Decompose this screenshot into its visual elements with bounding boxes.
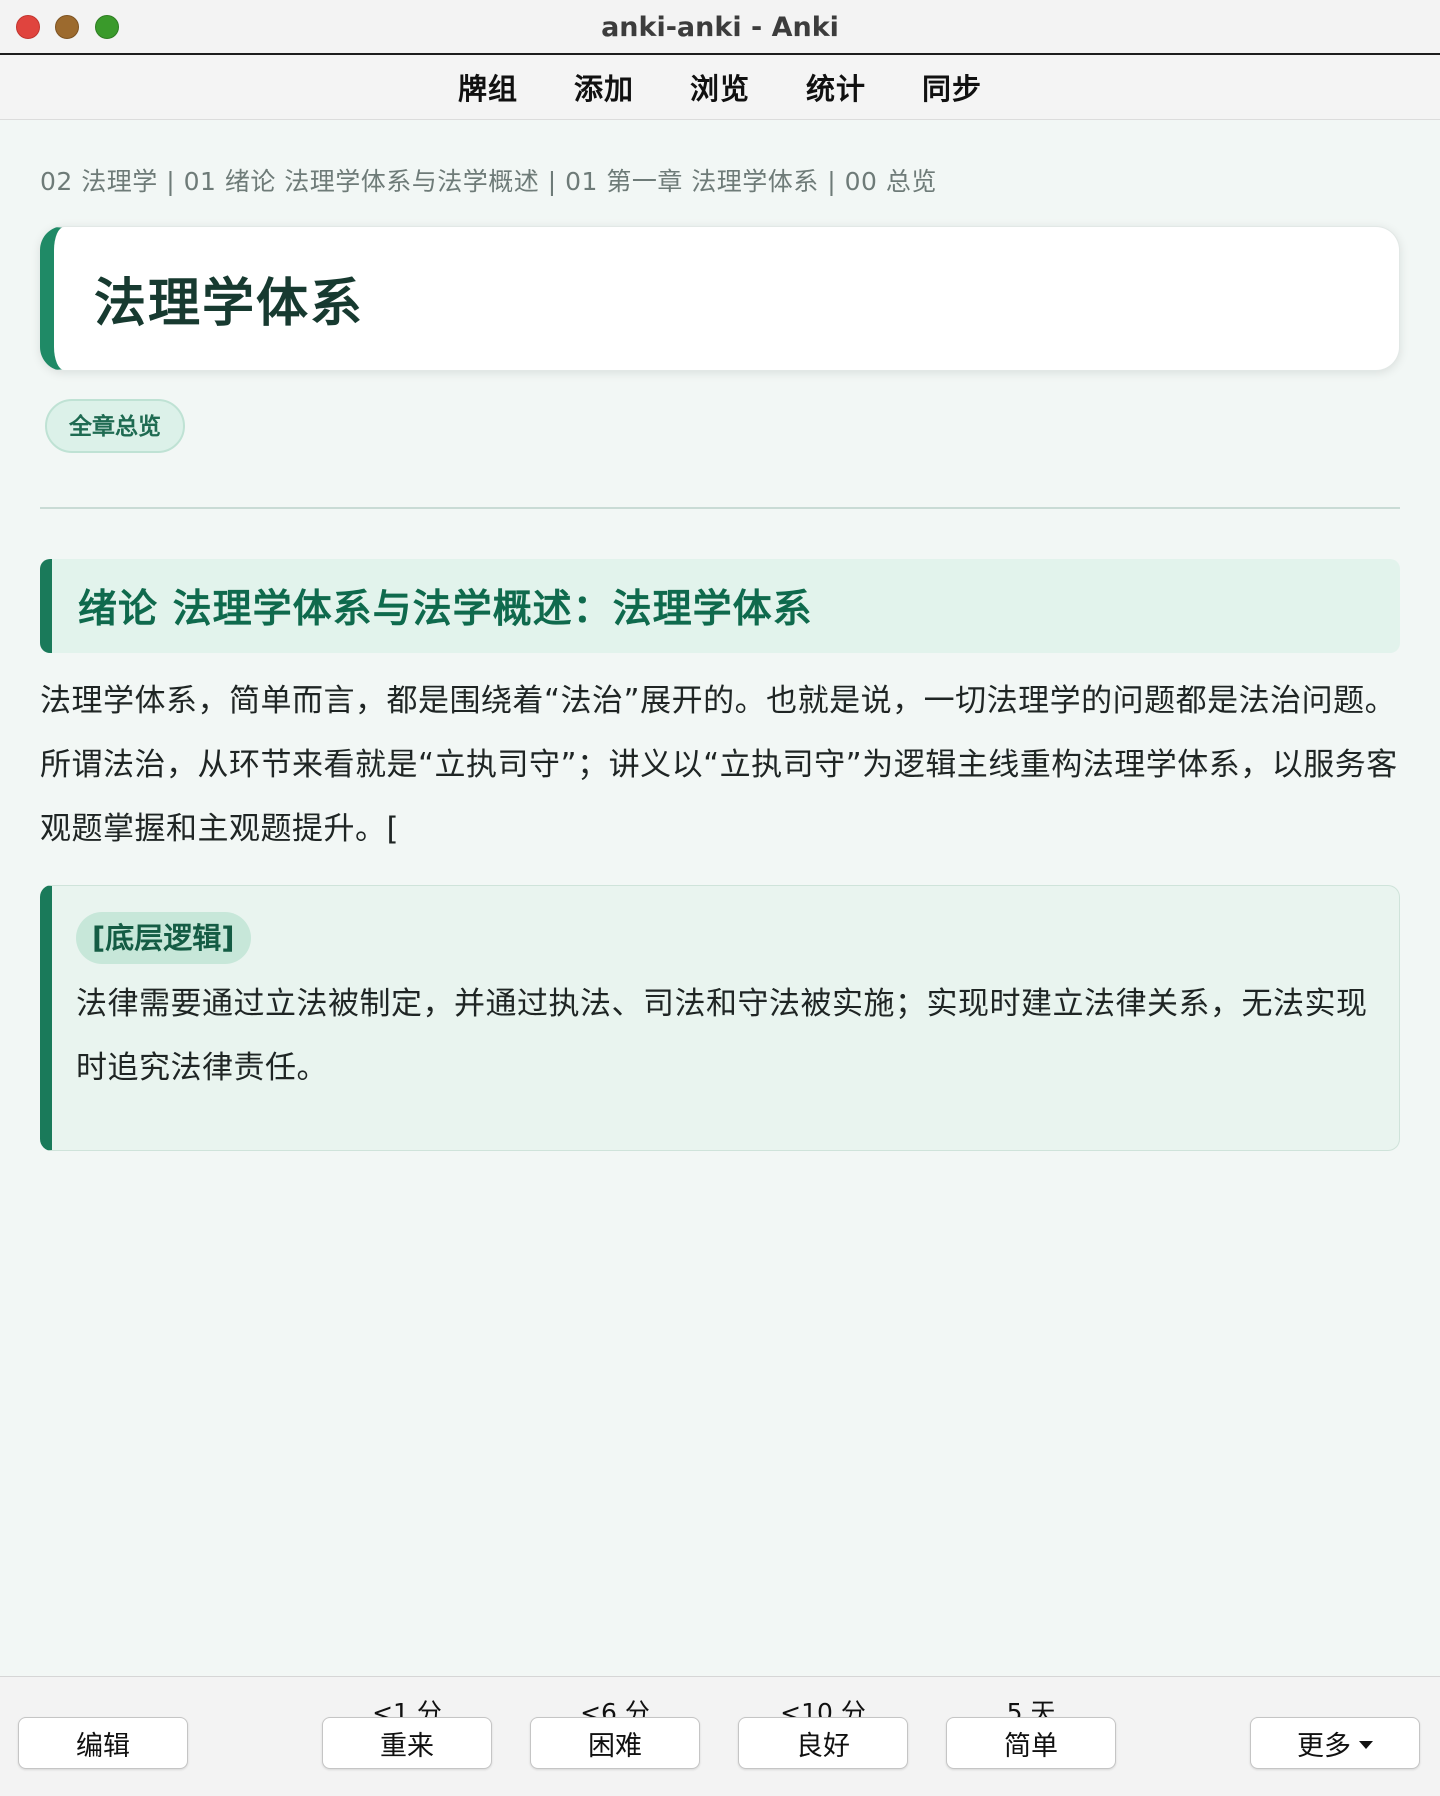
edit-button[interactable]: 编辑 (18, 1717, 188, 1769)
easy-button[interactable]: 简单 (946, 1717, 1116, 1769)
good-button[interactable]: 良好 (738, 1717, 908, 1769)
chevron-down-icon (1359, 1741, 1373, 1749)
again-button[interactable]: 重来 (322, 1717, 492, 1769)
card-title: 法理学体系 (94, 274, 365, 334)
title-card: 法理学体系 (40, 226, 1400, 371)
more-button[interactable]: 更多 (1250, 1717, 1420, 1769)
card-content: 02 法理学 | 01 绪论 法理学体系与法学概述 | 01 第一章 法理学体系… (40, 120, 1400, 1151)
section-heading-text: 绪论 法理学体系与法学概述：法理学体系 (78, 587, 813, 632)
section-heading: 绪论 法理学体系与法学概述：法理学体系 (40, 559, 1400, 653)
nav-decks[interactable]: 牌组 (430, 66, 546, 108)
nav-browse[interactable]: 浏览 (662, 66, 778, 108)
title-bar: anki-anki - Anki (0, 0, 1440, 55)
anki-window: anki-anki - Anki 牌组 添加 浏览 统计 同步 02 法理学 |… (0, 0, 1440, 1796)
answer-bar: 编辑 <1 分 重来 <6 分 困难 <10 分 良好 5 天 简单 更多 (0, 1676, 1440, 1796)
body-paragraph: 法理学体系，简单而言，都是围绕着“法治”展开的。也就是说，一切法理学的问题都是法… (40, 683, 1398, 847)
divider (40, 507, 1400, 509)
chapter-overview-badge: 全章总览 (45, 399, 185, 453)
more-button-label: 更多 (1297, 1730, 1351, 1762)
nav-add[interactable]: 添加 (546, 66, 662, 108)
window-title: anki-anki - Anki (601, 12, 839, 43)
hard-button[interactable]: 困难 (530, 1717, 700, 1769)
breadcrumb: 02 法理学 | 01 绪论 法理学体系与法学概述 | 01 第一章 法理学体系… (40, 167, 937, 196)
nav-sync[interactable]: 同步 (894, 66, 1010, 108)
underlying-logic-tag: [底层逻辑] (76, 912, 251, 964)
nav-stats[interactable]: 统计 (778, 66, 894, 108)
underlying-logic-box: [底层逻辑] 法律需要通过立法被制定，并通过执法、司法和守法被实施；实现时建立法… (40, 885, 1400, 1151)
underlying-logic-text: 法律需要通过立法被制定，并通过执法、司法和守法被实施；实现时建立法律关系，无法实… (76, 986, 1368, 1086)
top-nav: 牌组 添加 浏览 统计 同步 (0, 55, 1440, 120)
